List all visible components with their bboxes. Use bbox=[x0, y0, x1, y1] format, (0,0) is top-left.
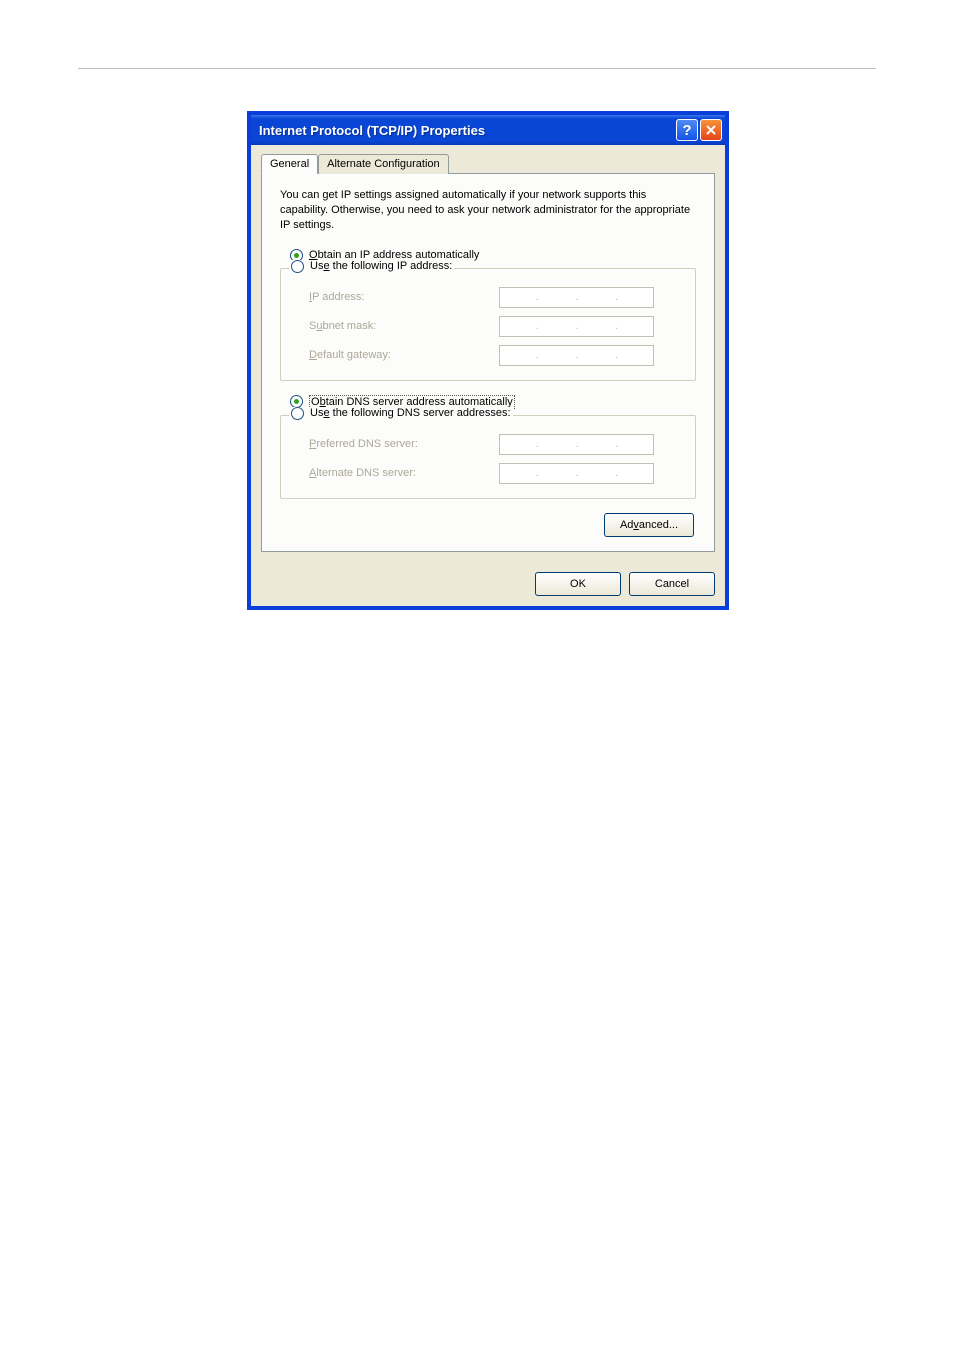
radio-icon bbox=[291, 260, 304, 273]
dns-group: Use the following DNS server addresses: … bbox=[280, 415, 696, 499]
radio-label: Use the following DNS server addresses: bbox=[310, 407, 511, 419]
tcpip-properties-dialog: Internet Protocol (TCP/IP) Properties ? … bbox=[248, 112, 728, 609]
tab-alternate-configuration[interactable]: Alternate Configuration bbox=[318, 154, 449, 174]
radio-icon bbox=[291, 407, 304, 420]
tab-general[interactable]: General bbox=[261, 154, 318, 174]
close-icon bbox=[706, 125, 716, 135]
ip-address-group: Use the following IP address: IP address… bbox=[280, 268, 696, 381]
page-divider bbox=[78, 68, 876, 69]
row-subnet-mask: Subnet mask: ... bbox=[309, 316, 681, 337]
help-button[interactable]: ? bbox=[676, 119, 698, 141]
cancel-button[interactable]: Cancel bbox=[629, 572, 715, 596]
label-preferred-dns: Preferred DNS server: bbox=[309, 438, 499, 450]
ok-button[interactable]: OK bbox=[535, 572, 621, 596]
input-default-gateway[interactable]: ... bbox=[499, 345, 654, 366]
row-alternate-dns: Alternate DNS server: ... bbox=[309, 463, 681, 484]
label-ip-address: IP address: bbox=[309, 291, 499, 303]
tabstrip: General Alternate Configuration bbox=[261, 154, 715, 174]
radio-use-ip[interactable]: Use the following IP address: bbox=[289, 260, 454, 273]
window-title: Internet Protocol (TCP/IP) Properties bbox=[259, 123, 674, 138]
input-preferred-dns[interactable]: ... bbox=[499, 434, 654, 455]
advanced-row: Advanced... bbox=[280, 513, 696, 537]
help-icon: ? bbox=[682, 122, 691, 139]
radio-use-dns[interactable]: Use the following DNS server addresses: bbox=[289, 407, 513, 420]
label-default-gateway: Default gateway: bbox=[309, 349, 499, 361]
input-subnet-mask[interactable]: ... bbox=[499, 316, 654, 337]
row-ip-address: IP address: ... bbox=[309, 287, 681, 308]
close-button[interactable] bbox=[700, 119, 722, 141]
label-alternate-dns: Alternate DNS server: bbox=[309, 467, 499, 479]
dialog-footer: OK Cancel bbox=[251, 562, 725, 606]
input-ip-address[interactable]: ... bbox=[499, 287, 654, 308]
radio-label: Use the following IP address: bbox=[310, 260, 452, 272]
intro-text: You can get IP settings assigned automat… bbox=[280, 188, 696, 233]
advanced-button[interactable]: Advanced... bbox=[604, 513, 694, 537]
tab-panel-general: You can get IP settings assigned automat… bbox=[261, 173, 715, 552]
titlebar[interactable]: Internet Protocol (TCP/IP) Properties ? bbox=[251, 115, 725, 145]
label-subnet-mask: Subnet mask: bbox=[309, 320, 499, 332]
dialog-body: General Alternate Configuration You can … bbox=[251, 145, 725, 562]
input-alternate-dns[interactable]: ... bbox=[499, 463, 654, 484]
row-preferred-dns: Preferred DNS server: ... bbox=[309, 434, 681, 455]
row-default-gateway: Default gateway: ... bbox=[309, 345, 681, 366]
